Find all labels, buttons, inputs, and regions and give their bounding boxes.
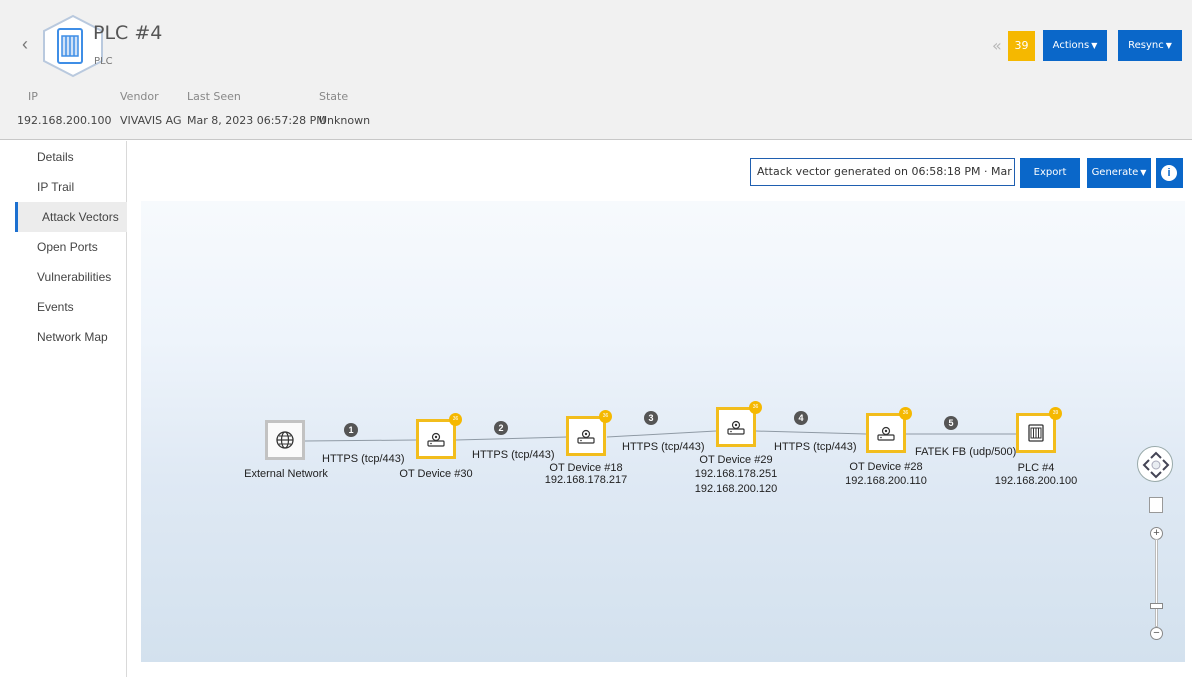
sidebar-item-events[interactable]: Events — [15, 292, 127, 322]
ip-value: 192.168.200.100 — [17, 114, 112, 127]
node-ip: 192.168.200.100 — [994, 475, 1078, 487]
node-label: OT Device #28 — [849, 461, 923, 473]
ot-device-icon — [877, 426, 895, 441]
node-ip: 192.168.200.120 — [694, 483, 778, 495]
ot-device-icon — [727, 420, 745, 435]
node-risk-badge: 36 — [599, 410, 612, 423]
info-icon: i — [1161, 165, 1177, 181]
node-risk-badge: 36 — [749, 401, 762, 414]
step-number: 4 — [794, 411, 808, 425]
chevron-down-icon: ▼ — [1140, 168, 1147, 177]
hand-tool-icon[interactable] — [1149, 497, 1163, 513]
step-number: 3 — [644, 411, 658, 425]
node-label: OT Device #18 — [549, 462, 623, 474]
node-label: OT Device #29 — [699, 454, 773, 466]
edge-protocol-label: FATEK FB (udp/500) — [915, 446, 1017, 458]
node-label: PLC #4 — [1017, 462, 1055, 474]
graph-node-ot-device-29[interactable]: 36 — [716, 401, 762, 447]
node-risk-badge: 36 — [899, 407, 912, 420]
graph-node-ot-device-30[interactable]: 36 — [416, 413, 462, 459]
node-ip: 192.168.178.217 — [544, 474, 628, 486]
info-button[interactable]: i — [1156, 158, 1183, 188]
pan-control[interactable] — [1137, 446, 1173, 482]
sidebar-item-details[interactable]: Details — [15, 142, 127, 172]
resync-button[interactable]: Resync ▼ — [1118, 30, 1182, 61]
zoom-out-button[interactable]: − — [1150, 627, 1163, 640]
export-button[interactable]: Export — [1020, 158, 1080, 188]
chevron-down-icon: ▼ — [1091, 41, 1098, 50]
sidebar-item-ip-trail[interactable]: IP Trail — [15, 172, 127, 202]
chevron-down-icon: ▼ — [1165, 41, 1172, 50]
pan-arrows-icon — [1142, 451, 1170, 479]
node-ip: 192.168.200.110 — [845, 475, 927, 487]
collapse-panel-icon[interactable]: « — [992, 36, 1002, 55]
sidebar-item-network-map[interactable]: Network Map — [15, 322, 127, 352]
generate-label: Generate — [1091, 167, 1139, 178]
globe-icon — [276, 431, 294, 449]
node-label: OT Device #30 — [399, 468, 473, 480]
step-number: 1 — [344, 423, 358, 437]
alert-count-badge[interactable]: 39 — [1008, 31, 1035, 61]
zoom-slider-track[interactable] — [1155, 539, 1158, 627]
device-title: PLC #4 — [93, 22, 163, 44]
attack-vector-timestamp: Attack vector generated on 06:58:18 PM ·… — [750, 158, 1015, 186]
edge-protocol-label: HTTPS (tcp/443) — [622, 441, 705, 453]
vendor-label: Vendor — [120, 90, 159, 103]
actions-button[interactable]: Actions ▼ — [1043, 30, 1107, 61]
ot-device-icon — [577, 429, 595, 444]
graph-node-external-network[interactable] — [265, 420, 305, 460]
device-header: ‹ PLC #4 PLC « 39 Actions ▼ Resync ▼ IP Ve… — [0, 0, 1192, 140]
actions-label: Actions — [1052, 40, 1090, 51]
ip-label: IP — [28, 90, 38, 103]
state-label: State — [319, 90, 349, 103]
sidebar-item-open-ports[interactable]: Open Ports — [15, 232, 127, 262]
device-type: PLC — [94, 56, 113, 67]
sidebar-nav: Details IP Trail Attack Vectors Open Por… — [15, 141, 127, 677]
last-seen-label: Last Seen — [187, 90, 241, 103]
node-risk-badge: 39 — [1049, 407, 1062, 420]
generate-button[interactable]: Generate ▼ — [1087, 158, 1151, 188]
vendor-value: VIVAVIS AG — [120, 114, 182, 127]
plc-icon — [1028, 424, 1044, 442]
edge-protocol-label: HTTPS (tcp/443) — [322, 453, 405, 465]
graph-node-ot-device-18[interactable]: 36 — [566, 410, 612, 456]
back-icon[interactable]: ‹ — [22, 34, 28, 55]
last-seen-value: Mar 8, 2023 06:57:28 PM — [187, 114, 326, 127]
resync-label: Resync — [1128, 40, 1164, 51]
step-number: 2 — [494, 421, 508, 435]
state-value: Unknown — [319, 114, 371, 127]
node-label: External Network — [244, 468, 328, 480]
zoom-slider-thumb[interactable] — [1150, 603, 1163, 609]
sidebar-item-attack-vectors[interactable]: Attack Vectors — [15, 202, 127, 232]
node-risk-badge: 36 — [449, 413, 462, 426]
graph-node-ot-device-28[interactable]: 36 — [866, 407, 912, 453]
edge-protocol-label: HTTPS (tcp/443) — [774, 441, 857, 453]
ot-device-icon — [427, 432, 445, 447]
sidebar-item-vulnerabilities[interactable]: Vulnerabilities — [15, 262, 127, 292]
edge-protocol-label: HTTPS (tcp/443) — [472, 449, 555, 461]
node-ip: 192.168.178.251 — [694, 468, 778, 480]
graph-node-plc-4[interactable]: 39 — [1016, 407, 1062, 453]
step-number: 5 — [944, 416, 958, 430]
